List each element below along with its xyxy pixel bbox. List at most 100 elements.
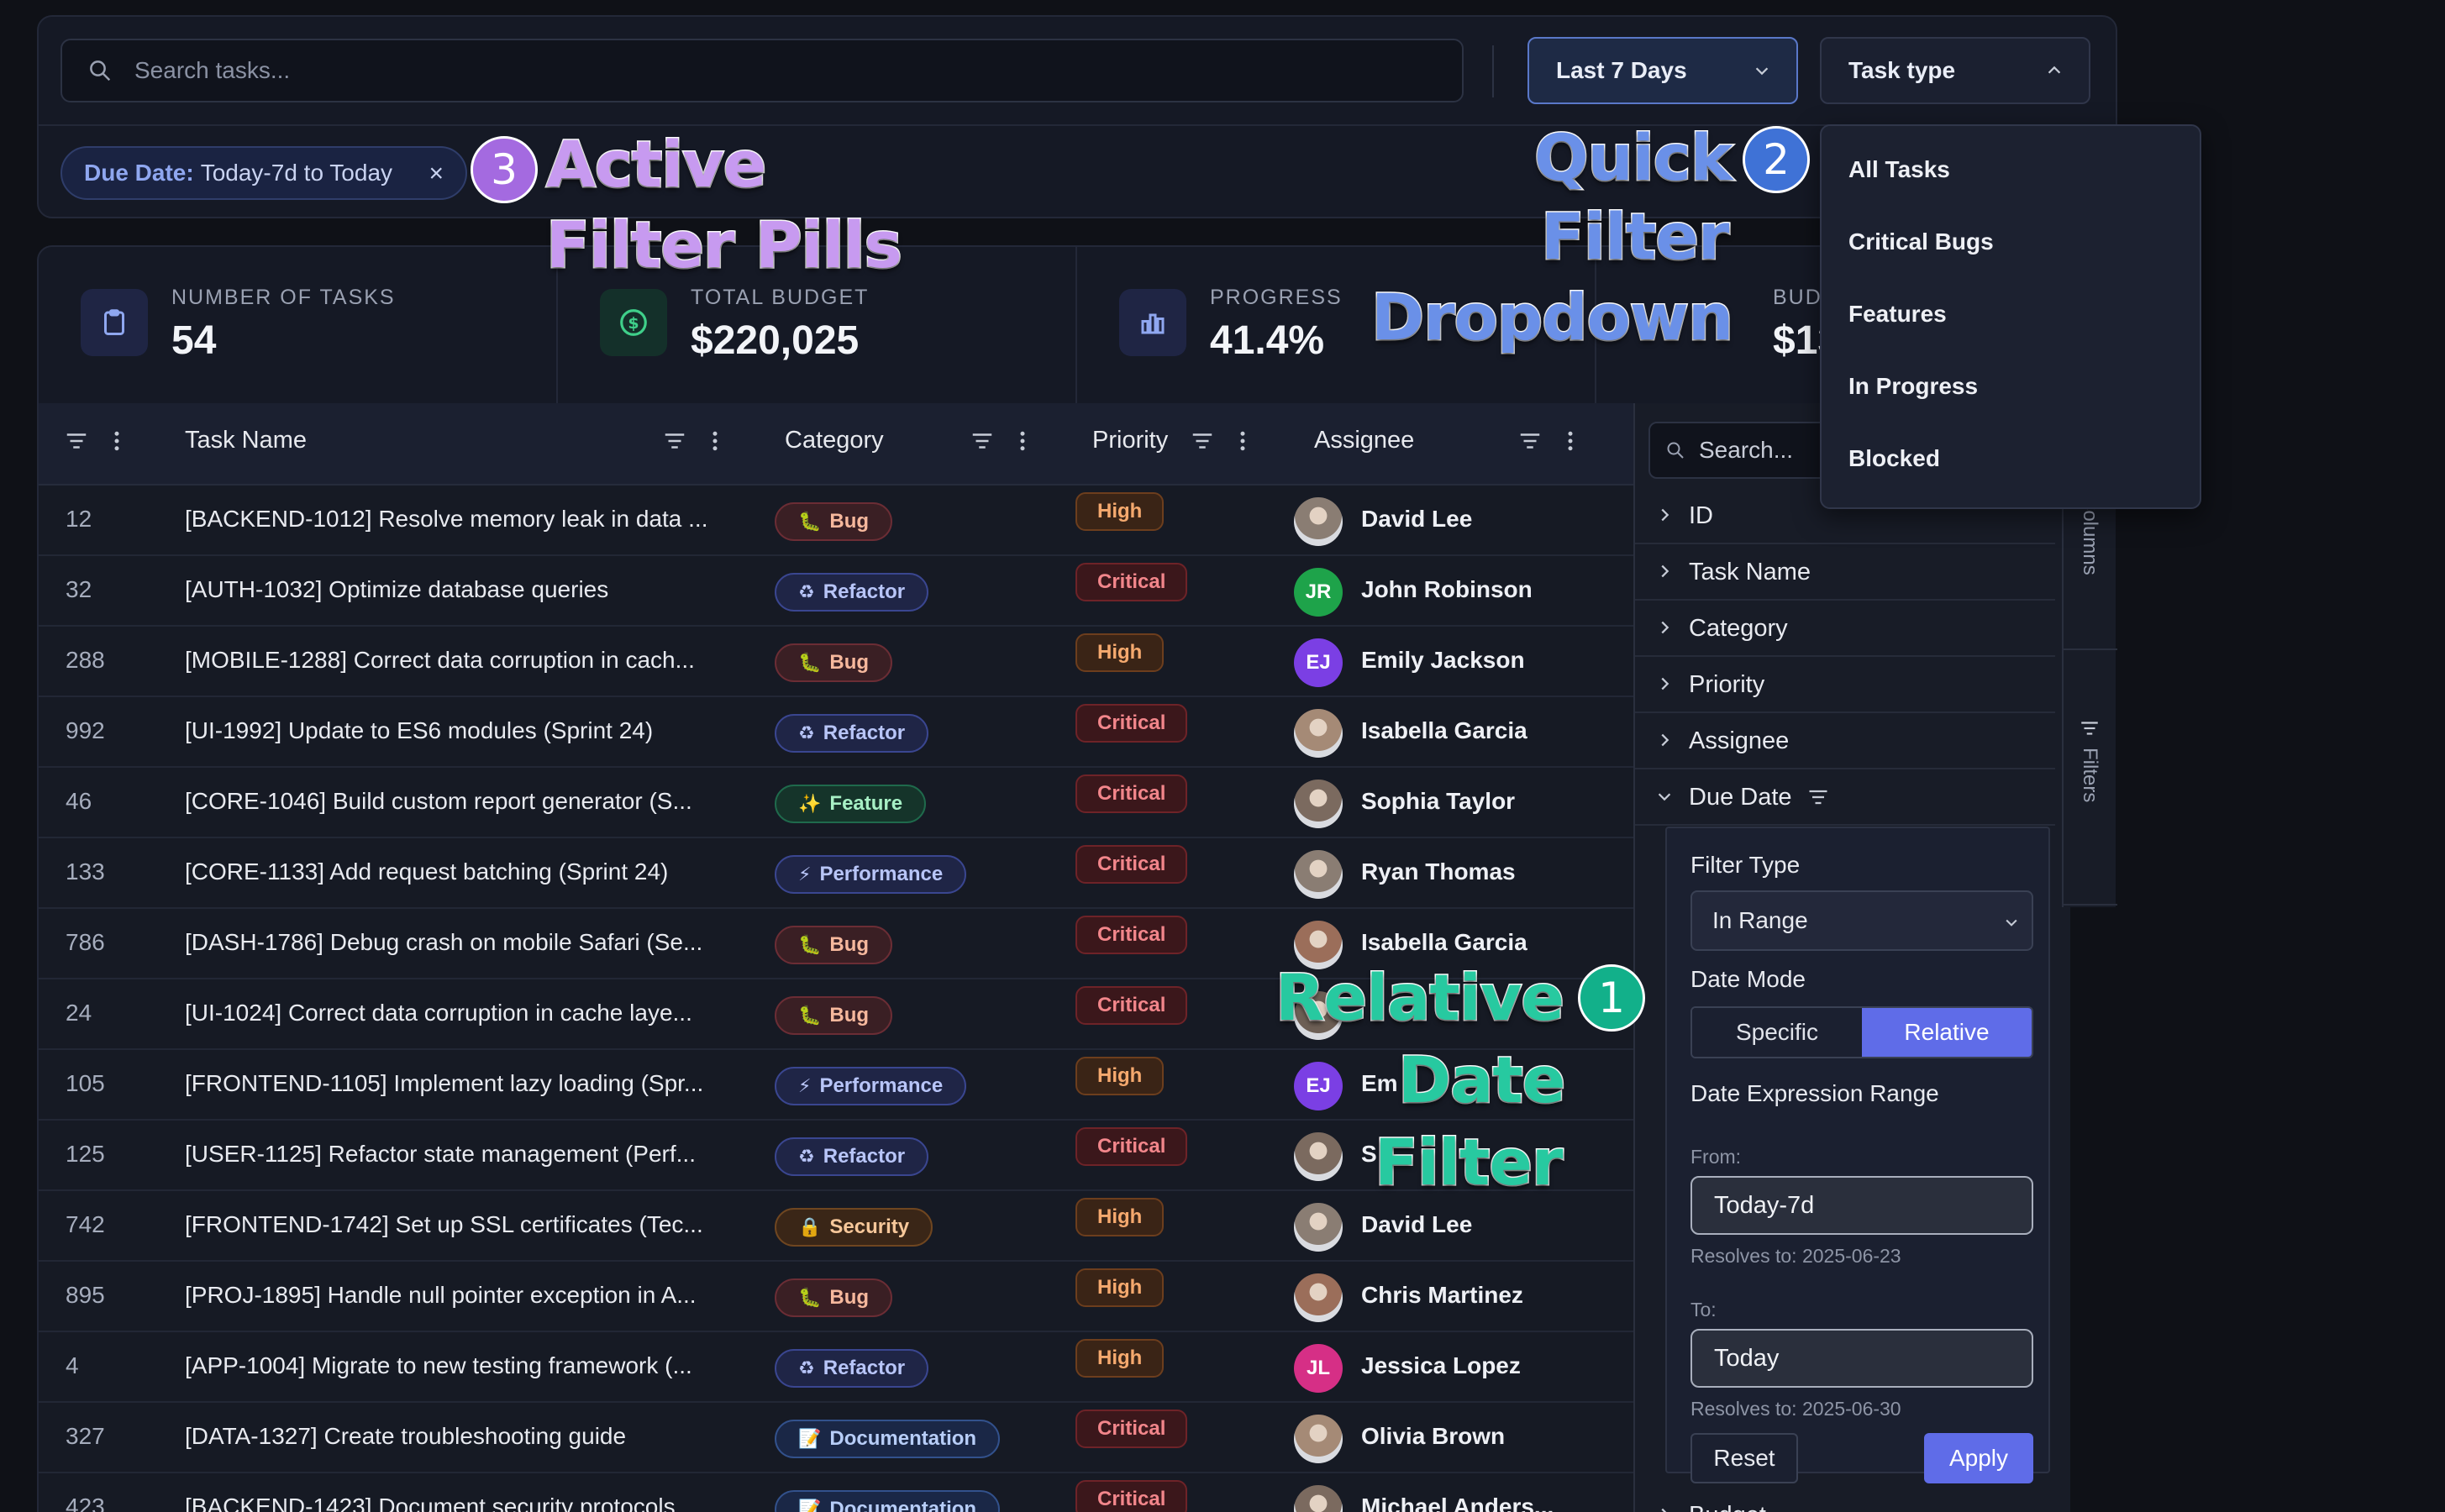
- avatar: [1294, 780, 1343, 828]
- filter-icon[interactable]: [970, 428, 995, 454]
- date-range-dropdown[interactable]: Last 7 Days: [1527, 37, 1798, 104]
- table-row[interactable]: 4 [APP-1004] Migrate to new testing frame…: [39, 1332, 1633, 1403]
- column-item-priority[interactable]: Priority: [1635, 656, 2055, 713]
- from-resolves-text: Resolves to: 2025-06-23: [1690, 1245, 1901, 1267]
- task-type-menu: All Tasks Critical Bugs Features In Prog…: [1820, 124, 2201, 509]
- header-priority[interactable]: Priority: [1092, 427, 1168, 454]
- to-input[interactable]: Today: [1690, 1329, 2033, 1388]
- menu-item-all-tasks[interactable]: All Tasks: [1848, 156, 1950, 183]
- column-item-category[interactable]: Category: [1635, 600, 2055, 657]
- date-mode-label: Date Mode: [1690, 966, 1806, 992]
- from-input[interactable]: Today-7d: [1690, 1176, 2033, 1235]
- category-badge: 🔒 Security: [775, 1208, 933, 1247]
- row-task-name: [CORE-1133] Add request batching (Sprint…: [185, 858, 669, 885]
- search-placeholder: Search tasks...: [134, 57, 291, 83]
- assignee-name: Olivia Brown: [1361, 1423, 1506, 1449]
- priority-badge: Critical: [1075, 1127, 1188, 1166]
- avatar: [1294, 1485, 1343, 1512]
- filter-icon: [1809, 790, 1827, 805]
- filter-icon[interactable]: [1517, 428, 1543, 454]
- column-item-assignee[interactable]: Assignee: [1635, 712, 2055, 769]
- avatar: EJ: [1294, 638, 1343, 687]
- column-item-label: Priority: [1689, 671, 1765, 698]
- category-label: Refactor: [823, 1357, 906, 1379]
- task-type-label: Task type: [1848, 57, 1956, 83]
- kebab-menu-icon[interactable]: [1564, 428, 1576, 454]
- row-id: 288: [66, 647, 105, 673]
- category-badge: ♻ Refactor: [775, 1137, 929, 1176]
- tool-panel: Search... ID Task Name Category Priority Ass…: [1633, 403, 2070, 1512]
- kebab-menu-icon[interactable]: [1237, 428, 1249, 454]
- header-assignee[interactable]: Assignee: [1314, 427, 1414, 454]
- callout-relative-line2: Date: [1396, 1042, 1566, 1119]
- menu-item-critical-bugs[interactable]: Critical Bugs: [1848, 228, 1994, 255]
- pill-close-icon[interactable]: ×: [429, 160, 444, 188]
- avatar: JL: [1294, 1344, 1343, 1393]
- category-badge: 📝 Documentation: [775, 1420, 1001, 1458]
- table-row[interactable]: 12 [BACKEND-1012] Resolve memory leak in …: [39, 486, 1633, 556]
- search-icon: [1667, 442, 1684, 459]
- category-label: Refactor: [823, 580, 906, 603]
- priority-badge: High: [1075, 1198, 1165, 1236]
- assignee-name: David Lee: [1361, 506, 1473, 532]
- category-label: Bug: [829, 1004, 870, 1026]
- date-mode-relative[interactable]: Relative: [1862, 1008, 2032, 1057]
- table-row[interactable]: 288 [MOBILE-1288] Correct data corruption…: [39, 627, 1633, 697]
- tab-filters-label: Filters: [2079, 748, 2101, 803]
- tab-filters[interactable]: Filters: [2064, 717, 2116, 802]
- dollar-icon: $: [600, 289, 667, 356]
- table-row[interactable]: 32 [AUTH-1032] Optimize database queries ♻…: [39, 556, 1633, 627]
- filter-type-select[interactable]: In Range: [1690, 890, 2033, 951]
- column-item-due-date[interactable]: Due Date: [1635, 769, 2055, 826]
- table-row[interactable]: 992 [UI-1992] Update to ES6 modules (Spri…: [39, 697, 1633, 768]
- stat-value: 54: [171, 318, 217, 363]
- column-item-task-name[interactable]: Task Name: [1635, 543, 2055, 601]
- assignee-name: Jessica Lopez: [1361, 1352, 1521, 1378]
- chevron-right-icon: [1661, 508, 1669, 522]
- chevron-right-icon: [1661, 1508, 1667, 1512]
- date-mode-specific[interactable]: Specific: [1692, 1008, 1862, 1057]
- table-row[interactable]: 133 [CORE-1133] Add request batching (Spr…: [39, 838, 1633, 909]
- category-badge: 🐛 Bug: [775, 926, 893, 964]
- table-row[interactable]: 327 [DATA-1327] Create troubleshooting gu…: [39, 1403, 1633, 1473]
- header-task-name[interactable]: Task Name: [185, 427, 307, 454]
- filter-icon[interactable]: [64, 428, 89, 454]
- menu-item-features[interactable]: Features: [1848, 301, 1947, 328]
- category-icon: ♻: [798, 722, 815, 743]
- priority-badge: Critical: [1075, 1480, 1188, 1512]
- date-range-label: Last 7 Days: [1556, 57, 1687, 83]
- reset-button[interactable]: Reset: [1690, 1433, 1798, 1483]
- filter-icon[interactable]: [662, 428, 687, 454]
- stat-label: NUMBER OF TASKS: [171, 286, 396, 309]
- filter-icon[interactable]: [1190, 428, 1215, 454]
- kebab-menu-icon[interactable]: [709, 428, 721, 454]
- table-row[interactable]: 895 [PROJ-1895] Handle null pointer excep…: [39, 1262, 1633, 1332]
- row-id: 12: [66, 506, 92, 532]
- apply-button[interactable]: Apply: [1924, 1433, 2033, 1483]
- task-type-dropdown[interactable]: Task type: [1820, 37, 2090, 104]
- menu-item-blocked[interactable]: Blocked: [1848, 445, 1940, 472]
- kebab-menu-icon[interactable]: [111, 428, 123, 454]
- avatar: [1294, 709, 1343, 758]
- table-row[interactable]: 423 [BACKEND-1423] Document security prot…: [39, 1473, 1633, 1512]
- callout-badge-2: 2: [1743, 126, 1810, 193]
- header-category[interactable]: Category: [785, 427, 884, 454]
- category-label: Bug: [829, 1286, 870, 1309]
- category-badge: 🐛 Bug: [775, 643, 893, 682]
- kebab-menu-icon[interactable]: [1017, 428, 1028, 454]
- callout-badge-1: 1: [1578, 964, 1645, 1032]
- category-badge: ♻ Refactor: [775, 1349, 929, 1388]
- category-label: Documentation: [829, 1498, 977, 1512]
- active-filter-pill[interactable]: Due Date: Today-7d to Today ×: [60, 146, 467, 200]
- assignee-name: Isabella Garcia: [1361, 929, 1527, 955]
- search-input[interactable]: Search tasks...: [60, 39, 1464, 102]
- to-resolves-text: Resolves to: 2025-06-30: [1690, 1398, 1901, 1420]
- table-row[interactable]: 46 [CORE-1046] Build custom report genera…: [39, 768, 1633, 838]
- row-task-name: [BACKEND-1012] Resolve memory leak in da…: [185, 506, 708, 532]
- table-row[interactable]: 105 [FRONTEND-1105] Implement lazy loadin…: [39, 1050, 1633, 1121]
- menu-item-in-progress[interactable]: In Progress: [1848, 373, 1978, 400]
- from-label: From:: [1690, 1146, 1742, 1168]
- column-item-budget[interactable]: Budget: [1635, 1487, 2055, 1512]
- column-item-label: ID: [1689, 502, 1713, 529]
- filter-type-value: In Range: [1712, 907, 1808, 933]
